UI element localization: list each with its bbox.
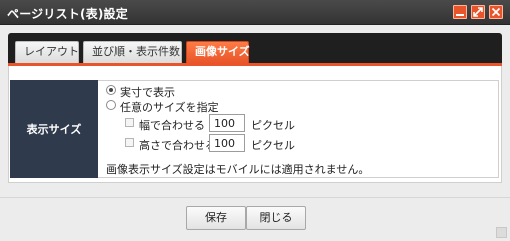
tab-layout[interactable]: レイアウト: [15, 41, 79, 63]
height-unit-label: ピクセル: [251, 139, 295, 152]
actual-size-label[interactable]: 実寸で表示: [120, 84, 175, 100]
height-input[interactable]: [209, 134, 245, 152]
maximize-button[interactable]: [471, 5, 485, 19]
minimize-button[interactable]: [453, 5, 467, 19]
close-icon: [491, 7, 501, 17]
maximize-icon: [473, 7, 483, 17]
title-bar[interactable]: ページリスト(表)設定: [0, 0, 510, 25]
custom-size-radio[interactable]: [106, 100, 116, 110]
dialog-body: レイアウト 並び順・表示件数 画像サイズ 表示サイズ 実寸で表示 任意のサイズを…: [0, 25, 510, 241]
minimize-icon: [456, 14, 464, 16]
width-unit-label: ピクセル: [251, 119, 295, 132]
custom-size-label[interactable]: 任意のサイズを指定: [120, 99, 219, 115]
footer-divider: [0, 197, 510, 198]
fit-height-label[interactable]: 高さで合わせる: [139, 137, 216, 153]
settings-panel: 表示サイズ 実寸で表示 任意のサイズを指定 幅で合わせる ピクセル 高さで合わせ…: [8, 66, 502, 183]
save-button[interactable]: 保存: [186, 206, 246, 230]
fit-width-checkbox[interactable]: [125, 118, 134, 127]
actual-size-radio[interactable]: [106, 85, 116, 95]
close-button[interactable]: 閉じる: [246, 206, 306, 230]
fit-width-label[interactable]: 幅で合わせる: [139, 117, 205, 133]
close-window-button[interactable]: [489, 5, 503, 19]
tab-image-size[interactable]: 画像サイズ: [186, 41, 250, 63]
fit-height-checkbox[interactable]: [125, 138, 134, 147]
mobile-note: 画像表示サイズ設定はモバイルには適用されません。: [106, 163, 370, 176]
tab-sort-order[interactable]: 並び順・表示件数: [83, 41, 182, 63]
resize-grip[interactable]: [496, 227, 507, 238]
window-title: ページリスト(表)設定: [7, 7, 128, 21]
display-size-options: 実寸で表示 任意のサイズを指定 幅で合わせる ピクセル 高さで合わせる ピクセル…: [98, 80, 499, 178]
tab-bar: レイアウト 並び順・表示件数 画像サイズ: [8, 33, 502, 64]
display-size-label: 表示サイズ: [10, 80, 98, 178]
width-input[interactable]: [209, 114, 245, 132]
